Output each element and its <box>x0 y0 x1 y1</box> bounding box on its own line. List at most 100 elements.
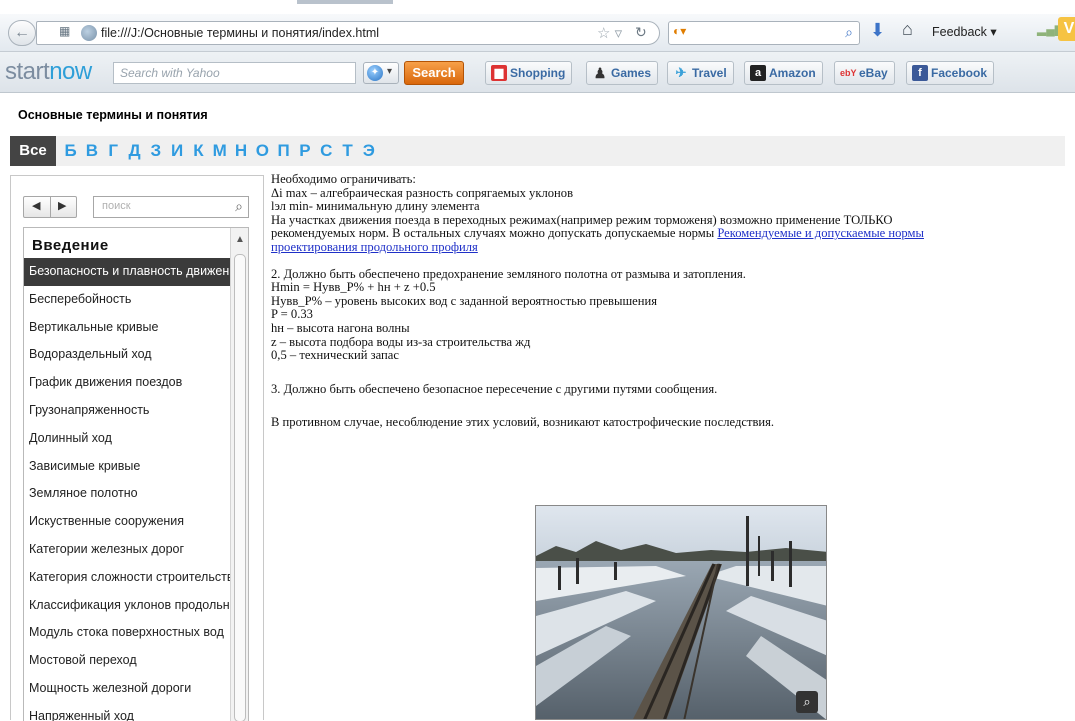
letter-filter[interactable]: В <box>81 136 102 166</box>
plane-icon: ✈ <box>675 65 687 80</box>
letter-filter[interactable]: П <box>273 136 294 166</box>
back-arrow-icon: ← <box>14 24 30 41</box>
list-item[interactable]: Бесперебойность <box>24 286 232 314</box>
text-line: На участках движения поезда в переходных… <box>271 212 893 227</box>
scroll-up-icon[interactable]: ▲ <box>235 234 245 245</box>
search-engine-dropdown[interactable]: ✦ ▾ <box>363 62 399 84</box>
letter-filter[interactable]: Д <box>124 136 145 166</box>
letter-filter[interactable]: И <box>166 136 187 166</box>
ebay-button[interactable]: ebY eBay <box>834 61 895 85</box>
letter-filter[interactable]: К <box>188 136 209 166</box>
page-icon: ▦ <box>59 24 71 38</box>
home-icon[interactable]: ⌂ <box>902 19 913 40</box>
letter-filter[interactable]: Т <box>337 136 358 166</box>
text-line: z – высота подбора воды из-за строительс… <box>271 334 531 349</box>
list-item[interactable]: Грузонапряженность <box>24 397 232 425</box>
startnow-toolbar: startnow Search with Yahoo ✦ ▾ Search ▆ Sh… <box>0 52 1075 93</box>
search-icon[interactable]: ⌕ <box>235 198 243 215</box>
reload-icon[interactable]: ↻ <box>635 24 647 41</box>
search-icon[interactable]: ⌕ <box>845 24 853 41</box>
letter-filter[interactable]: Г <box>103 136 124 166</box>
norms-link-cont[interactable]: проектирования продольного профиля <box>271 240 478 254</box>
games-button[interactable]: ♟ Games <box>586 61 659 85</box>
download-icon[interactable]: ⬇ <box>870 20 885 41</box>
list-item[interactable]: Долинный ход <box>24 425 232 453</box>
list-item[interactable]: Вертикальные кривые <box>24 314 232 342</box>
facebook-button[interactable]: f Facebook <box>906 61 995 85</box>
feedback-button[interactable]: Feedback ▾ <box>932 24 997 39</box>
text-line: Необходимо ограничивать: <box>271 172 416 186</box>
list-item[interactable]: Земляное полотно <box>24 480 232 508</box>
letter-filter[interactable]: Р <box>294 136 315 166</box>
list-item[interactable]: График движения поездов <box>24 369 232 397</box>
filter-all-button[interactable]: Все <box>10 136 56 166</box>
list-item[interactable]: Мостовой переход <box>24 647 232 675</box>
prev-arrow-icon[interactable]: ◀ <box>32 199 40 212</box>
page-title: Основные термины и понятия <box>18 108 208 122</box>
browser-search-input[interactable]: ◐▾ ⌕ <box>668 21 860 45</box>
list-item[interactable]: Классификация уклонов продольного профил… <box>24 592 232 620</box>
search-engine-icon[interactable]: ◐▾ <box>673 24 703 42</box>
text-line: Δi max – алгебраическая разность сопряга… <box>271 185 574 200</box>
sidebar-search-input[interactable]: поиск ⌕ <box>93 196 249 218</box>
section-title[interactable]: Введение <box>24 228 232 258</box>
list-item[interactable]: Категория сложности строительства <box>24 564 232 592</box>
term-items: Безопасность и плавность движения Беспер… <box>24 258 232 721</box>
scrollbar-thumb[interactable] <box>234 254 246 721</box>
addon-icon[interactable]: V <box>1058 17 1075 41</box>
chevron-down-icon: ▾ <box>387 66 393 77</box>
text-line: hн – высота нагона волны <box>271 320 410 335</box>
letter-filter[interactable]: М <box>209 136 230 166</box>
letter-filter[interactable]: Б <box>60 136 81 166</box>
letter-filter[interactable]: З <box>145 136 166 166</box>
url-text[interactable]: file:///J:/Основные термины и понятия/in… <box>101 26 379 40</box>
globe-icon <box>81 25 97 41</box>
amazon-icon: a <box>750 65 766 81</box>
text-line: 3. Должно быть обеспечено безопасное пер… <box>271 381 718 396</box>
engine-icon: ✦ <box>367 65 383 81</box>
list-item[interactable]: Категории железных дорог <box>24 536 232 564</box>
term-list: Введение Безопасность и плавность движен… <box>23 227 249 721</box>
facebook-icon: f <box>912 65 928 81</box>
ebay-icon: ebY <box>840 68 857 78</box>
startnow-logo[interactable]: startnow <box>5 58 92 86</box>
list-item[interactable]: Мощность железной дороги <box>24 675 232 703</box>
amazon-button[interactable]: a Amazon <box>744 61 823 85</box>
tab-strip <box>0 0 1075 14</box>
flooded-railway-photo[interactable]: ⌕ <box>535 505 827 720</box>
letter-filter[interactable]: С <box>316 136 337 166</box>
list-item[interactable]: Безопасность и плавность движения <box>24 258 232 286</box>
text-line: 0,5 – технический запас <box>271 348 399 363</box>
chess-icon: ♟ <box>593 65 607 81</box>
photo-drawing <box>536 506 826 719</box>
list-item[interactable]: Искуственные сооружения <box>24 508 232 536</box>
list-item[interactable]: Водораздельный ход <box>24 341 232 369</box>
navigation-bar: ← ▦ file:///J:/Основные термины и поняти… <box>0 14 1075 52</box>
zoom-icon[interactable]: ⌕ <box>796 691 818 713</box>
shopping-button[interactable]: ▆ Shopping <box>485 61 573 85</box>
travel-button[interactable]: ✈ Travel <box>667 61 734 85</box>
formula-line: Hmin = Hувв_P% + hн + z +0.5 <box>271 280 436 295</box>
letter-filter[interactable]: Э <box>358 136 379 166</box>
scrollbar[interactable]: ▲ <box>230 228 248 721</box>
bookmark-star-icon[interactable]: ☆ ▿ <box>597 24 622 42</box>
alphabet-filter: Все Б В Г Д З И К М Н О П Р С Т Э <box>10 136 1065 166</box>
search-button[interactable]: Search <box>404 61 464 85</box>
shopping-bag-icon: ▆ <box>491 65 507 81</box>
text-line: P = 0.33 <box>271 307 313 322</box>
letter-filter[interactable]: О <box>252 136 273 166</box>
norms-link[interactable]: Рекомендуемые и допускаемые нормы <box>717 226 924 241</box>
list-item[interactable]: Модуль стока поверхностных вод <box>24 619 232 647</box>
prev-next-buttons: ◀ ▶ <box>23 196 77 218</box>
letter-filter[interactable]: Н <box>230 136 251 166</box>
letter-list: Б В Г Д З И К М Н О П Р С Т Э <box>60 136 379 166</box>
yahoo-search-input[interactable]: Search with Yahoo <box>113 62 356 84</box>
list-item[interactable]: Напряженный ход <box>24 703 232 721</box>
text-line: проектирования продольного профиля <box>271 240 1071 255</box>
next-arrow-icon[interactable]: ▶ <box>58 199 66 212</box>
list-item[interactable]: Зависимые кривые <box>24 453 232 481</box>
text-line: В противном случае, несоблюдение этих ус… <box>271 415 775 430</box>
text-line: Hувв_P% – уровень высоких вод с заданной… <box>271 293 658 308</box>
url-bar[interactable]: ▦ file:///J:/Основные термины и понятия/… <box>36 21 660 45</box>
back-button[interactable]: ← <box>8 20 36 46</box>
